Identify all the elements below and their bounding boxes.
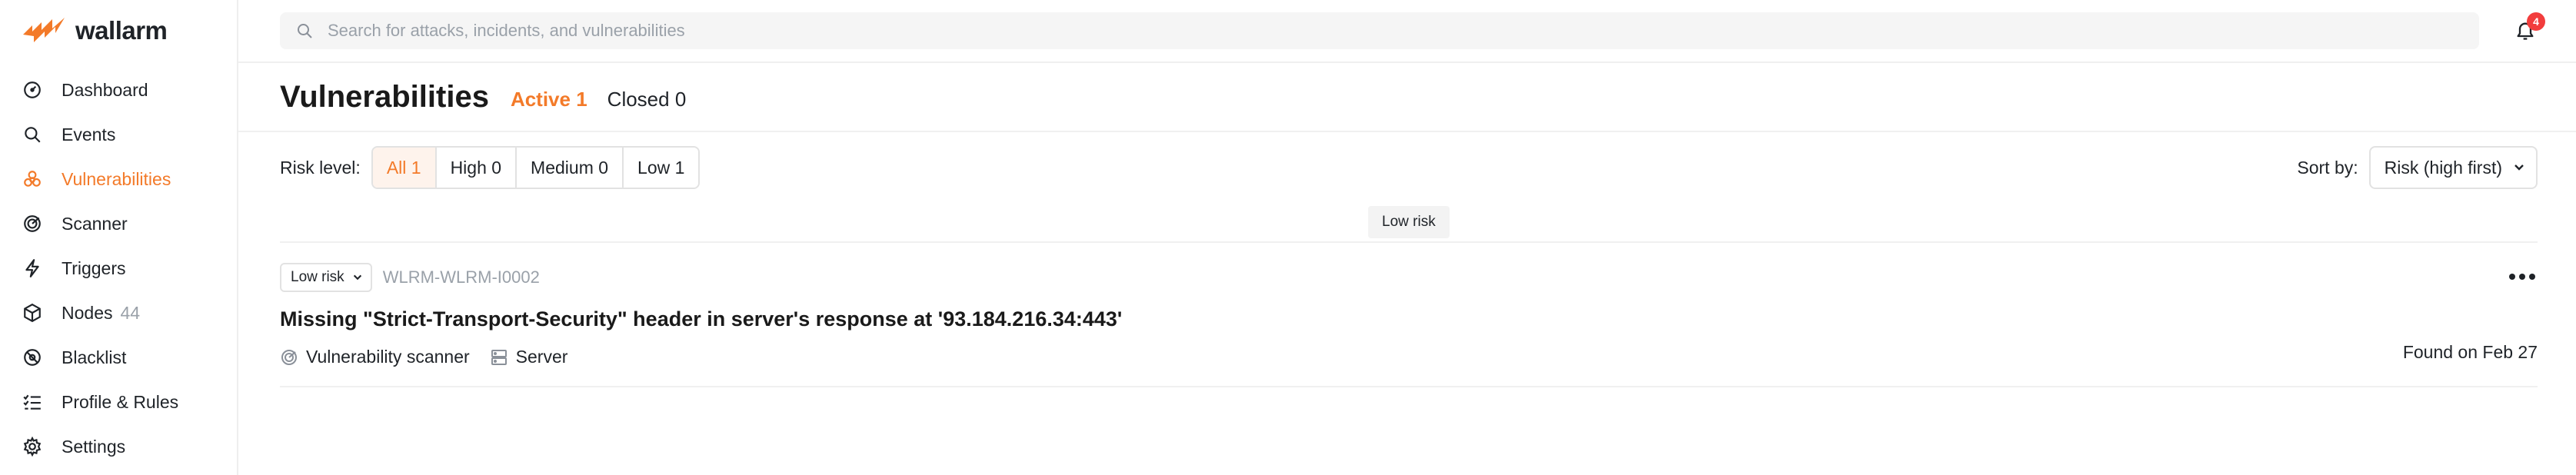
more-horizontal-icon bbox=[2509, 274, 2535, 280]
risk-value: Low risk bbox=[291, 269, 344, 285]
sidebar-item-nodes[interactable]: Nodes 44 bbox=[0, 291, 237, 335]
sidebar-item-profile-rules[interactable]: Profile & Rules bbox=[0, 380, 237, 424]
gear-icon bbox=[22, 436, 43, 457]
tab-closed[interactable]: Closed 0 bbox=[607, 83, 687, 111]
sidebar-item-events[interactable]: Events bbox=[0, 112, 237, 157]
page-title: Vulnerabilities bbox=[280, 79, 489, 114]
scanner-icon bbox=[281, 349, 297, 365]
lightning-icon bbox=[22, 257, 43, 279]
chevron-down-icon bbox=[353, 274, 361, 281]
sidebar-item-blacklist[interactable]: Blacklist bbox=[0, 335, 237, 380]
risk-filter-medium[interactable]: Medium 0 bbox=[517, 148, 624, 188]
vulnerability-row[interactable]: Low risk WLRM-WLRM-I0002 Missing "Strict… bbox=[280, 243, 2538, 387]
vulnerability-meta: Vulnerability scanner Server bbox=[280, 347, 2538, 367]
target-label: Server bbox=[515, 347, 568, 367]
notifications-button[interactable]: 4 bbox=[2510, 12, 2545, 46]
sidebar-item-label: Nodes bbox=[62, 302, 113, 323]
vulnerability-title[interactable]: Missing "Strict-Transport-Security" head… bbox=[280, 307, 2538, 331]
sort-select[interactable]: Risk (high first) bbox=[2368, 146, 2538, 189]
sidebar-item-scanner[interactable]: Scanner bbox=[0, 201, 237, 246]
sidebar-item-label: Profile & Rules bbox=[62, 391, 179, 412]
sidebar-item-label: Dashboard bbox=[62, 79, 148, 100]
risk-level-filter: All 1 High 0 Medium 0 Low 1 bbox=[371, 146, 701, 189]
sidebar-item-label: Scanner bbox=[62, 213, 128, 234]
sidebar-nav: Dashboard Events Vulnerabilities Scanner bbox=[0, 68, 237, 469]
risk-filter-all[interactable]: All 1 bbox=[372, 148, 437, 188]
sort-value: Risk (high first) bbox=[2384, 157, 2502, 178]
main-content: 4 Vulnerabilities Active 1 Closed 0 Risk… bbox=[238, 0, 2576, 475]
source-tag: Vulnerability scanner bbox=[280, 347, 470, 367]
scanner-icon bbox=[22, 213, 43, 234]
logo[interactable]: wallarm bbox=[0, 14, 237, 48]
search-icon bbox=[298, 24, 312, 38]
search-icon bbox=[22, 124, 43, 145]
sidebar-item-label: Events bbox=[62, 124, 116, 144]
nodes-count: 44 bbox=[120, 302, 141, 323]
risk-filter-high[interactable]: High 0 bbox=[436, 148, 518, 188]
more-actions-button[interactable] bbox=[2507, 267, 2538, 286]
page-header: Vulnerabilities Active 1 Closed 0 bbox=[238, 63, 2576, 132]
risk-filter-low[interactable]: Low 1 bbox=[624, 148, 699, 188]
sidebar-item-label: Triggers bbox=[62, 257, 126, 278]
sidebar-item-vulnerabilities[interactable]: Vulnerabilities bbox=[0, 157, 237, 201]
filters-bar: Risk level: All 1 High 0 Medium 0 Low 1 … bbox=[238, 132, 2576, 203]
dashboard-icon bbox=[22, 79, 43, 101]
server-icon bbox=[491, 349, 507, 365]
biohazard-icon bbox=[22, 168, 43, 190]
sidebar-item-settings[interactable]: Settings bbox=[0, 424, 237, 469]
sort-label: Sort by: bbox=[2297, 157, 2358, 178]
sidebar-item-dashboard[interactable]: Dashboard bbox=[0, 68, 237, 112]
nodes-icon bbox=[22, 302, 43, 324]
wallarm-logo-icon bbox=[23, 18, 65, 42]
search-bar[interactable] bbox=[280, 12, 2479, 49]
chevron-down-icon bbox=[2514, 164, 2524, 171]
source-label: Vulnerability scanner bbox=[306, 347, 470, 367]
risk-level-label: Risk level: bbox=[280, 157, 361, 178]
brand-name: wallarm bbox=[75, 16, 168, 45]
risk-dropdown[interactable]: Low risk bbox=[280, 263, 372, 292]
search-input[interactable] bbox=[326, 20, 2479, 42]
vulnerability-id: WLRM-WLRM-I0002 bbox=[382, 267, 540, 287]
sidebar: wallarm Dashboard Events Vulnerabilities bbox=[0, 0, 238, 475]
blacklist-icon bbox=[22, 347, 43, 368]
notification-badge: 4 bbox=[2527, 12, 2545, 31]
group-separator: Low risk bbox=[280, 203, 2538, 243]
target-tag: Server bbox=[490, 347, 568, 367]
rules-icon bbox=[22, 391, 43, 413]
sidebar-item-label: Settings bbox=[62, 436, 126, 457]
topbar: 4 bbox=[238, 0, 2576, 63]
group-label: Low risk bbox=[1368, 206, 1449, 238]
sidebar-item-label: Blacklist bbox=[62, 347, 127, 367]
sidebar-item-label: Vulnerabilities bbox=[62, 168, 171, 189]
sidebar-item-triggers[interactable]: Triggers bbox=[0, 246, 237, 291]
tab-active[interactable]: Active 1 bbox=[511, 83, 587, 111]
found-date: Found on Feb 27 bbox=[2402, 342, 2538, 362]
vulnerability-header: Low risk WLRM-WLRM-I0002 bbox=[280, 243, 2538, 292]
app: wallarm Dashboard Events Vulnerabilities bbox=[0, 0, 2576, 475]
